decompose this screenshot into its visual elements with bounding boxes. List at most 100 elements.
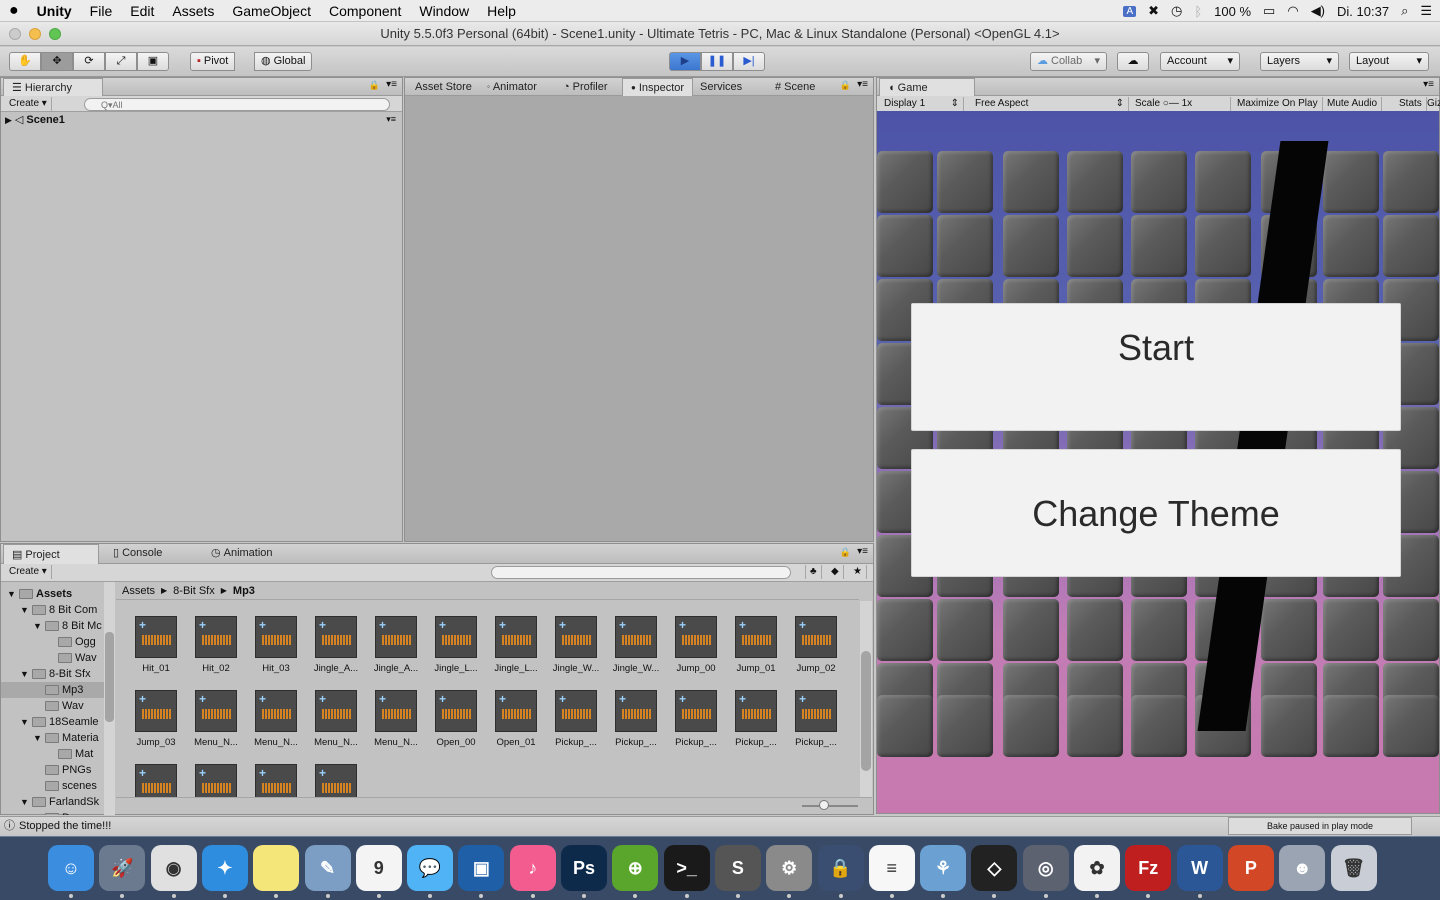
user-icon[interactable]: ☻ (1279, 845, 1326, 891)
menu-window[interactable]: Window (410, 3, 478, 19)
rotate-tool-button[interactable]: ⟳ (73, 52, 105, 71)
menu-edit[interactable]: Edit (121, 3, 163, 19)
safari-icon[interactable]: ✦ (201, 845, 248, 898)
search-by-label-icon[interactable]: ◆ (827, 565, 844, 579)
battery-text[interactable]: 100 % (1214, 4, 1251, 19)
audio-asset[interactable]: + Menu_N... (188, 690, 244, 748)
layers-dropdown[interactable]: Layers ▾ (1260, 52, 1339, 71)
display-dropdown[interactable]: Display 1 ⇕ (880, 97, 964, 111)
project-search-input[interactable] (491, 566, 791, 579)
system-preferences-icon[interactable]: ⚙ (766, 845, 813, 898)
audio-asset[interactable]: + Hit_02 (188, 616, 244, 674)
folder-tree-item[interactable]: ▼ 18Seamle (20, 714, 114, 730)
tab-profiler[interactable]: ◔ Profiler (555, 78, 616, 96)
audio-asset[interactable]: + Pickup_... (788, 690, 844, 748)
audio-asset[interactable]: + Pickup_... (548, 690, 604, 748)
step-button[interactable]: ▶| (733, 52, 765, 71)
migration-icon[interactable]: ⚘ (920, 845, 967, 898)
tab-console[interactable]: ▯ Console (105, 544, 170, 562)
tab-hierarchy[interactable]: ☰ Hierarchy (3, 78, 103, 96)
sublime-icon[interactable]: S (714, 845, 761, 898)
change-theme-button[interactable]: Change Theme (911, 449, 1401, 577)
folder-tree-item[interactable]: ▼ Materia (33, 730, 114, 746)
search-by-type-icon[interactable]: ♣ (805, 565, 822, 579)
tree-scrollbar[interactable] (104, 582, 115, 815)
menu-file[interactable]: File (81, 3, 122, 19)
hierarchy-search-input[interactable] (84, 98, 390, 111)
blender-icon[interactable]: ◎ (1022, 845, 1069, 898)
audio-asset[interactable]: + (128, 764, 184, 797)
folder-toggle-icon[interactable]: ▼ (20, 666, 29, 682)
status-message[interactable]: Stopped the time!!! (19, 817, 111, 836)
minimize-window-button[interactable] (29, 28, 41, 40)
move-tool-button[interactable]: ✥ (41, 52, 73, 71)
folder-tree-item[interactable]: ▼ 8 Bit Com (20, 602, 114, 618)
folder-toggle-icon[interactable]: ▼ (7, 586, 16, 602)
icon-size-slider-knob[interactable] (819, 800, 829, 810)
scale-tool-button[interactable]: ⤢ (105, 52, 137, 71)
audio-asset[interactable]: + Pickup_... (668, 690, 724, 748)
audio-asset[interactable]: + Hit_01 (128, 616, 184, 674)
folder-tree-item[interactable]: Wav (33, 698, 114, 714)
notes-icon[interactable] (253, 845, 300, 898)
folder-tree-item[interactable]: PNGs (33, 762, 114, 778)
audio-asset[interactable]: + Jingle_A... (368, 616, 424, 674)
terminal-icon[interactable]: >_ (663, 845, 710, 898)
folder-tree-item[interactable]: ▼ FarlandSk (20, 794, 114, 810)
word-icon[interactable]: W (1176, 845, 1223, 898)
triangle-right-icon[interactable]: ▶ (5, 112, 12, 128)
global-toggle[interactable]: ◍ Global (254, 52, 313, 71)
slider-icon[interactable]: ○— (1163, 98, 1179, 109)
audio-asset[interactable]: + Jump_01 (728, 616, 784, 674)
asset-scrollbar[interactable] (860, 601, 872, 797)
folder-tree-item[interactable]: ▼ Assets (7, 586, 114, 602)
scale-slider[interactable]: Scale ○— 1x (1131, 97, 1231, 111)
clock[interactable]: Di. 10:37 (1337, 4, 1389, 19)
wifi-icon[interactable]: ◠ (1287, 3, 1298, 19)
finder-icon[interactable]: ☺ (48, 845, 94, 898)
chrome-icon[interactable]: ◉ (150, 845, 197, 898)
trash-icon[interactable]: 🗑 (1330, 845, 1377, 891)
zoom-window-button[interactable] (49, 28, 61, 40)
itunes-icon[interactable]: ♪ (509, 845, 556, 898)
game-viewport[interactable]: Start Change Theme (877, 111, 1439, 813)
maximize-on-play-toggle[interactable]: Maximize On Play (1233, 97, 1323, 111)
tab-animation[interactable]: ◷ Animation (203, 544, 281, 562)
icon-size-slider[interactable] (802, 805, 858, 807)
hierarchy-create-button[interactable]: Create ▾ (5, 97, 52, 111)
status-a-icon[interactable]: A (1123, 5, 1137, 17)
start-button[interactable]: Start (911, 303, 1401, 431)
folder-tree-item[interactable]: ▼ 8-Bit Sfx (20, 666, 114, 682)
audio-asset[interactable]: + Pickup_... (728, 690, 784, 748)
photoshop-icon[interactable]: Ps (561, 845, 607, 898)
play-button[interactable]: ▶ (669, 52, 701, 71)
spotlight-icon[interactable]: ⌕ (1401, 3, 1408, 19)
folder-toggle-icon[interactable]: ▼ (20, 602, 29, 618)
mute-audio-toggle[interactable]: Mute Audio (1323, 97, 1383, 111)
project-create-button[interactable]: Create ▾ (5, 565, 52, 579)
preview-icon[interactable]: ✎ (304, 845, 351, 898)
audio-asset[interactable]: + Jump_03 (128, 690, 184, 748)
rect-tool-button[interactable]: ▣ (137, 52, 169, 71)
folder-toggle-icon[interactable]: ▼ (20, 794, 29, 810)
audio-asset[interactable]: + (248, 764, 304, 797)
tab-game[interactable]: ◖ Game (879, 78, 975, 96)
favorites-star-icon[interactable]: ★ (849, 565, 867, 579)
calendar-icon[interactable]: 9 (355, 845, 402, 898)
hand-tool-button[interactable]: ✋ (9, 52, 41, 71)
powerpoint-icon[interactable]: P (1227, 845, 1274, 891)
menu-assets[interactable]: Assets (163, 3, 223, 19)
audio-asset[interactable]: + (188, 764, 244, 797)
audio-asset[interactable]: + (308, 764, 364, 797)
audio-asset[interactable]: + Open_00 (428, 690, 484, 748)
tab-inspector[interactable]: ● Inspector (622, 78, 694, 96)
folder-tree-item[interactable]: ▼ 8 Bit Mc (33, 618, 114, 634)
cloud-button[interactable]: ☁ (1117, 52, 1149, 71)
audio-asset[interactable]: + Jingle_A... (308, 616, 364, 674)
volume-icon[interactable]: ◀) (1311, 3, 1325, 19)
audio-asset[interactable]: + Menu_N... (308, 690, 364, 748)
folder-toggle-icon[interactable]: ▼ (33, 730, 42, 746)
audio-asset[interactable]: + Jump_00 (668, 616, 724, 674)
audio-asset[interactable]: + Jingle_L... (428, 616, 484, 674)
layout-dropdown[interactable]: Layout ▾ (1349, 52, 1429, 71)
